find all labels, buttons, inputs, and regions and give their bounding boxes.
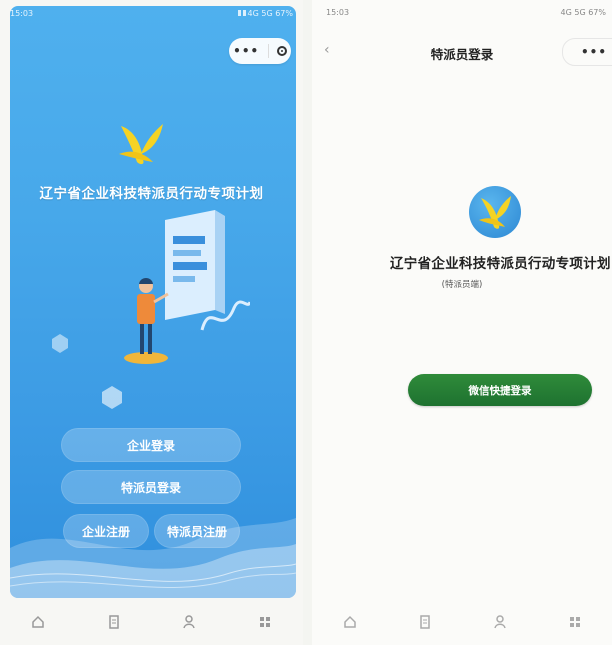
miniprogram-capsule: •••: [562, 38, 612, 66]
tab-home[interactable]: [23, 607, 53, 637]
more-icon[interactable]: •••: [233, 45, 259, 57]
wechat-login-button[interactable]: 微信快捷登录: [408, 374, 592, 406]
miniprogram-capsule: •••: [229, 38, 291, 64]
status-right-text: 4G 5G 67%: [247, 8, 293, 18]
tab-grid[interactable]: [560, 607, 590, 637]
status-right-text: 4G 5G 67%: [560, 8, 606, 17]
enterprise-register-button[interactable]: 企业注册: [63, 514, 149, 548]
program-title: 辽宁省企业科技特派员行动专项计划: [390, 256, 611, 272]
wifi-icon: [242, 10, 246, 16]
user-icon: [493, 615, 506, 629]
home-icon: [343, 615, 356, 628]
home-icon: [32, 615, 44, 628]
phone-left-home: 15:03 4G 5G 67% ••• 辽宁省企业科技特派员行动专项计划 企业登…: [0, 0, 303, 645]
program-logo-icon: [119, 124, 163, 165]
enterprise-login-button[interactable]: 企业登录: [61, 428, 241, 462]
document-icon: [108, 615, 119, 629]
status-bar: 15:03 4G 5G 67%: [10, 6, 293, 20]
document-icon: [419, 615, 430, 629]
tab-grid[interactable]: [250, 607, 280, 637]
hexagon-decoration: [52, 334, 122, 409]
bottom-tab-bar: [312, 599, 612, 645]
tab-user[interactable]: [174, 607, 204, 637]
status-time: 15:03: [326, 8, 350, 17]
close-miniprogram-icon[interactable]: [276, 46, 287, 56]
status-indicators: 4G 5G 67%: [237, 8, 293, 18]
signal-icon: [237, 10, 241, 16]
more-icon[interactable]: •••: [581, 46, 607, 58]
tab-home[interactable]: [335, 607, 365, 637]
specialist-register-button[interactable]: 特派员注册: [154, 514, 240, 548]
illustration-person-at-screen: [124, 210, 250, 364]
status-bar: 15:03 4G 5G 67%: [326, 8, 606, 22]
program-logo-icon: [469, 186, 521, 238]
tab-documents[interactable]: [99, 607, 129, 637]
status-time: 15:03: [10, 8, 34, 18]
logo-x-icon: [479, 196, 511, 229]
tab-documents[interactable]: [410, 607, 440, 637]
tab-user[interactable]: [485, 607, 515, 637]
specialist-login-button[interactable]: 特派员登录: [61, 470, 241, 504]
phone-right-specialist-login: 15:03 4G 5G 67% ‹ 特派员登录 ••• 辽宁省企业科技特派员行动…: [312, 0, 612, 645]
program-subtitle: (特派员端): [441, 280, 483, 290]
user-icon: [183, 615, 196, 629]
navigation-bar: ‹ 特派员登录 •••: [312, 38, 612, 66]
program-title: 辽宁省企业科技特派员行动专项计划: [39, 186, 264, 202]
grid-icon: [260, 617, 271, 627]
bottom-tab-bar: [0, 599, 303, 645]
grid-icon: [569, 617, 580, 627]
